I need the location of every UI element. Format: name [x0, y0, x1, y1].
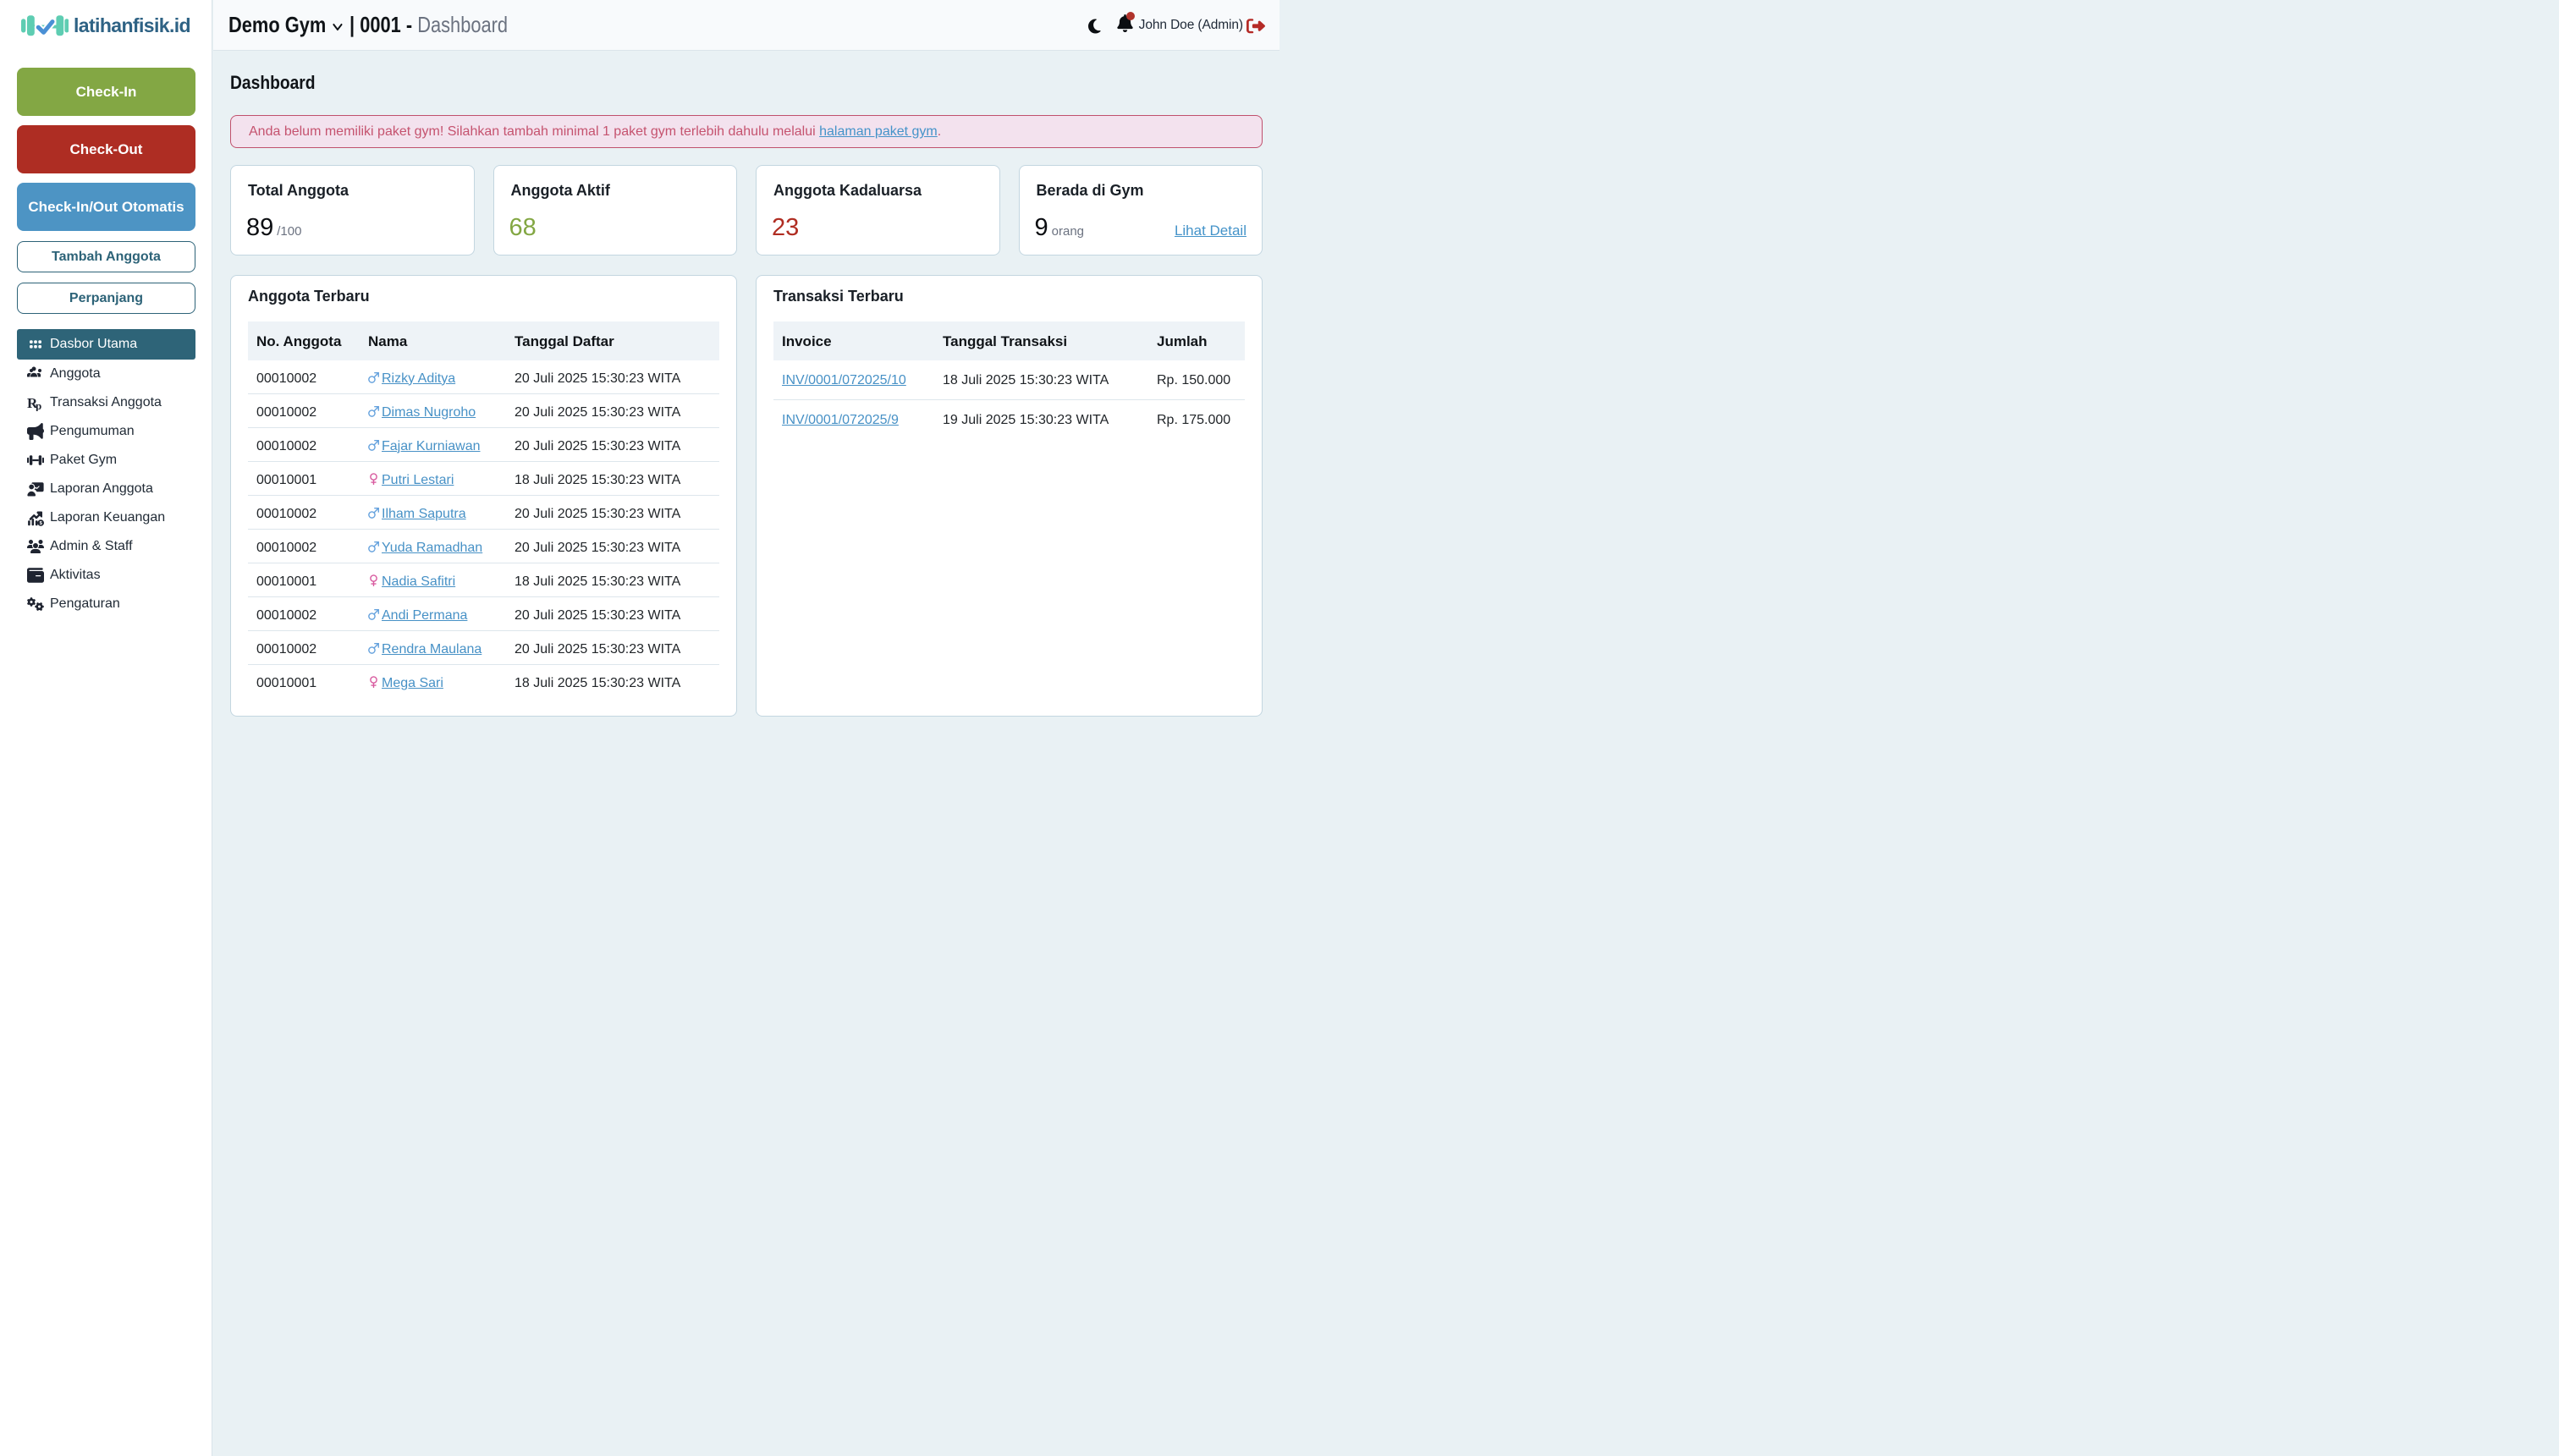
svg-text:p: p: [36, 399, 41, 411]
